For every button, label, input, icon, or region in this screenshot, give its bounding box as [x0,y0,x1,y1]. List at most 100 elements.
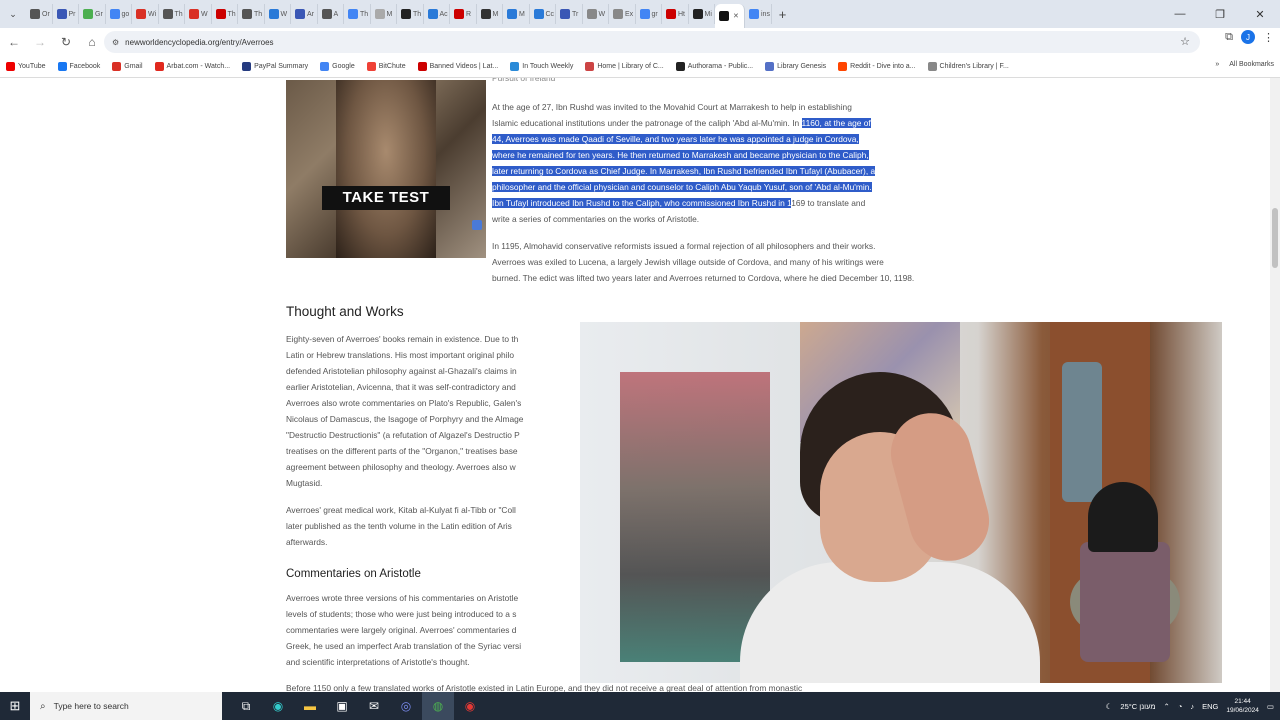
bookmark-item[interactable]: Reddit - Dive into a... [838,62,916,71]
tab-item[interactable]: W [185,4,212,24]
tab-item[interactable]: R [450,4,477,24]
menu-kebab-icon[interactable]: ⋮ [1263,31,1274,44]
chrome-icon[interactable]: ◍ [422,692,454,720]
tab-item[interactable]: M [371,4,397,24]
webcam-person [740,372,1040,683]
reload-icon[interactable]: ↻ [54,30,78,54]
tab-item[interactable]: gr [636,4,662,24]
tab-item[interactable]: Gr [79,4,106,24]
selected-text: 1160, at the age of [801,118,871,128]
tab-item[interactable]: Wi [132,4,159,24]
bookmark-item[interactable]: Banned Videos | Lat... [417,62,498,71]
bookmark-favicon-icon [154,62,164,71]
windows-start-icon[interactable]: ⊞ [0,692,30,720]
tab-item[interactable]: Ex [609,4,636,24]
tab-item[interactable]: Ac [424,4,450,24]
site-info-icon[interactable]: ⚙ [112,38,119,47]
bookmark-item[interactable]: In Touch Weekly [510,62,573,71]
bookmark-item[interactable]: BitChute [366,62,406,71]
scrollbar-thumb[interactable] [1272,208,1278,268]
tab-label: Gr [95,10,103,18]
network-icon[interactable]: ◔ [1178,702,1183,711]
weather-icon[interactable]: ☾ [1106,702,1113,711]
recorder-icon[interactable]: ◉ [454,692,486,720]
back-icon[interactable]: ← [2,30,26,54]
tab-favicon-icon [295,9,305,19]
tab-item[interactable]: Tr [556,4,583,24]
ad-take-test-label[interactable]: TAKE TEST [322,186,450,210]
tab-item[interactable]: M [503,4,530,24]
new-tab-button[interactable]: + [772,7,794,22]
close-window-button[interactable]: ✕ [1240,0,1280,28]
tab-search-chevron-icon[interactable]: ⌄ [0,0,26,28]
extensions-icon[interactable]: ⧉ [1225,31,1233,44]
taskbar-search-placeholder[interactable]: Type here to search [54,701,129,711]
mail-icon[interactable]: ✉ [358,692,390,720]
text-line: levels of students; those who were just … [286,609,517,619]
bookmark-item[interactable]: Arbat.com - Watch... [154,62,230,71]
restore-button[interactable]: ❐ [1200,0,1240,28]
tab-item[interactable]: Th [344,4,371,24]
minimize-button[interactable]: — [1160,0,1200,28]
lang-indicator[interactable]: ENG [1202,702,1218,711]
file-explorer-icon[interactable]: ▬ [294,692,326,720]
bookmark-item[interactable]: Home | Library of C... [585,62,664,71]
tab-item[interactable]: Pr [53,4,79,24]
task-view-icon[interactable]: ⧉ [230,692,262,720]
bookmark-label: Library Genesis [777,63,827,70]
bookmark-label: Reddit - Dive into a... [850,63,916,70]
paragraph-career: At the age of 27, Ibn Rushd was invited … [492,99,992,227]
app-icon[interactable]: ◎ [390,692,422,720]
bookmark-item[interactable]: Gmail [112,62,143,71]
tab-item[interactable]: Th [212,4,238,24]
bookmark-item[interactable]: Authorama - Public... [675,62,753,71]
tab-favicon-icon [215,9,226,19]
tab-item[interactable]: M [477,4,503,24]
tab-item[interactable]: Ht [662,4,689,24]
ad-info-icon[interactable] [472,220,482,230]
url-text[interactable]: newworldencyclopedia.org/entry/Averroes [125,38,273,47]
edge-icon[interactable]: ◉ [262,692,294,720]
tab-item[interactable]: W [583,4,609,24]
forward-icon[interactable]: → [28,30,52,54]
bookmark-item[interactable]: Library Genesis [765,62,826,71]
bookmark-item[interactable]: Google [320,62,355,71]
tab-item[interactable]: go [106,4,132,24]
tab-close-icon[interactable]: ✕ [733,12,739,20]
tab-favicon-icon [348,9,358,19]
text-line: philosopher and the official physician a… [492,179,992,195]
tab-item[interactable]: Mi [689,4,715,24]
profile-avatar[interactable]: J [1241,30,1255,44]
page-scrollbar[interactable] [1270,78,1280,692]
notifications-icon[interactable]: ▭ [1267,702,1274,711]
taskbar-search-box[interactable]: ⌕ Type here to search [30,692,222,720]
store-icon[interactable]: ▣ [326,692,358,720]
all-bookmarks-folder[interactable]: All Bookmarks [1229,61,1274,68]
home-icon[interactable]: ⌂ [80,30,104,54]
bookmark-star-icon[interactable]: ☆ [1180,35,1190,48]
weather-text[interactable]: 25°C מעונן [1120,702,1155,711]
tab-item[interactable]: W [265,4,291,24]
clock[interactable]: 21:44 19/06/2024 [1226,697,1259,715]
tab-item[interactable]: Th [159,4,185,24]
bookmark-item[interactable]: Children's Library | F... [927,62,1009,71]
tab-item[interactable]: ins [745,4,772,24]
volume-icon[interactable]: ♪ [1190,702,1194,711]
bookmark-item[interactable]: Facebook [57,62,100,71]
search-icon: ⌕ [40,700,46,712]
tab-item[interactable]: Cc [530,4,556,24]
tab-item[interactable]: A [318,4,344,24]
bookmark-item[interactable]: PayPal Summary [242,62,308,71]
text-line: Nicolaus of Damascus, the Isagoge of Por… [286,414,524,424]
bookmarks-overflow-icon[interactable]: » [1215,61,1219,68]
tab-item[interactable]: Th [397,4,424,24]
tab-item[interactable]: Th [238,4,265,24]
tab-active[interactable]: ✕ [715,4,745,28]
advertisement[interactable]: TAKE TEST [286,80,486,258]
bookmark-item[interactable]: YouTube [6,62,46,71]
address-bar[interactable]: ⚙ newworldencyclopedia.org/entry/Averroe… [104,31,1200,53]
tab-item[interactable]: Or [26,4,53,24]
tray-chevron-icon[interactable]: ⌃ [1164,702,1170,711]
tab-item[interactable]: Ar [291,4,318,24]
window-controls: — ❐ ✕ [1160,0,1280,28]
